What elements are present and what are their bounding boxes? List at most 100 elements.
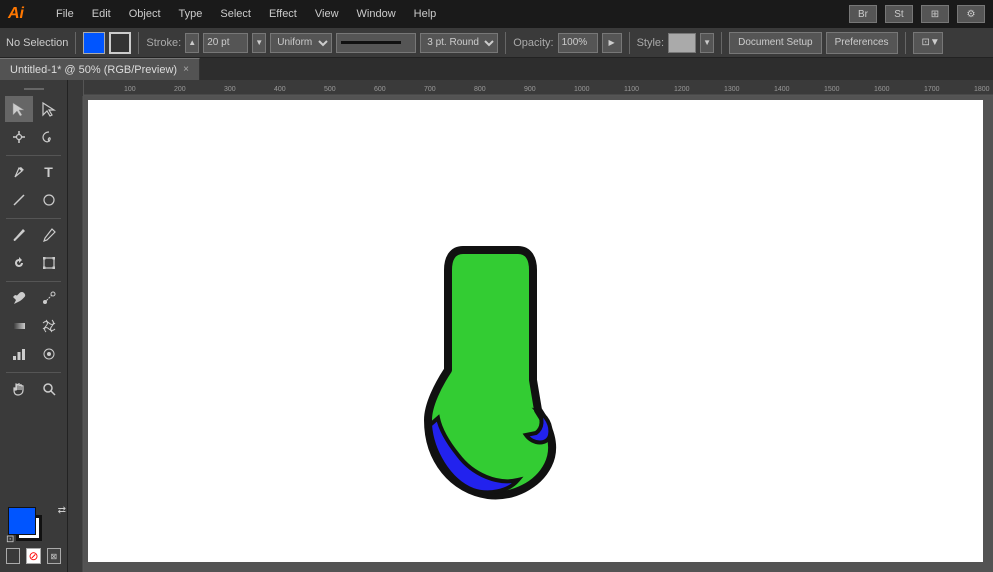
svg-text:300: 300: [224, 86, 236, 93]
color-area: ⇄ ⊡ ⊘ ⊠: [2, 501, 65, 568]
style-dropdown-btn[interactable]: ▼: [700, 33, 714, 53]
stroke-down-btn[interactable]: ▼: [252, 33, 266, 53]
divider-1: [75, 32, 76, 54]
ellipse-tool-btn[interactable]: [35, 187, 63, 213]
divider-2: [138, 32, 139, 54]
menu-window[interactable]: Window: [349, 6, 404, 22]
color-icon[interactable]: [6, 548, 20, 564]
no-selection-text: No Selection: [6, 37, 68, 49]
tools-sep-1: [6, 155, 61, 156]
stroke-up-btn[interactable]: ▲: [185, 33, 199, 53]
menu-view[interactable]: View: [307, 6, 347, 22]
tool-row-4: [2, 187, 65, 213]
stroke-preview[interactable]: [336, 33, 416, 53]
magic-wand-tool-btn[interactable]: [5, 124, 33, 150]
document-setup-button[interactable]: Document Setup: [729, 32, 822, 54]
tools-sep-4: [6, 372, 61, 373]
mesh-tool-btn[interactable]: [35, 313, 63, 339]
vertical-ruler: [68, 80, 84, 572]
tab-title: Untitled-1* @ 50% (RGB/Preview): [10, 64, 177, 76]
menu-object[interactable]: Object: [121, 6, 169, 22]
selection-label: No Selection: [6, 37, 68, 49]
tool-row-2: [2, 124, 65, 150]
lasso-tool-btn[interactable]: [35, 124, 63, 150]
svg-text:400: 400: [274, 86, 286, 93]
settings-icon[interactable]: ⚙: [957, 5, 985, 23]
svg-text:600: 600: [374, 86, 386, 93]
stroke-label: Stroke:: [146, 37, 181, 49]
gradient-tool-btn[interactable]: [5, 313, 33, 339]
main-area: T: [0, 80, 993, 572]
menu-file[interactable]: File: [48, 6, 82, 22]
title-bar: Ai File Edit Object Type Select Effect V…: [0, 0, 993, 28]
stroke-line: [341, 41, 401, 44]
svg-text:1800: 1800: [974, 86, 990, 93]
horizontal-ruler: 100 200 300 400 500 600 700 800 900 1000…: [68, 80, 993, 96]
opacity-expand-btn[interactable]: ▶: [602, 33, 622, 53]
none-icon[interactable]: ⊘: [26, 548, 40, 564]
tools-sep-3: [6, 281, 61, 282]
divider-4: [629, 32, 630, 54]
tool-row-1: [2, 96, 65, 122]
style-swatch[interactable]: [668, 33, 696, 53]
sock-illustration: [418, 240, 578, 513]
svg-text:1000: 1000: [574, 86, 590, 93]
direct-selection-tool-btn[interactable]: [35, 96, 63, 122]
app-logo: Ai: [8, 5, 40, 23]
arrange-btn[interactable]: ⊡▼: [913, 32, 943, 54]
line-tool-btn[interactable]: [5, 187, 33, 213]
toolbar: No Selection Stroke: ▲ ▼ Uniform 3 pt. R…: [0, 28, 993, 58]
swap-colors-icon[interactable]: ⇄: [58, 505, 66, 516]
svg-text:200: 200: [174, 86, 186, 93]
document-canvas[interactable]: [88, 100, 983, 562]
menu-type[interactable]: Type: [171, 6, 211, 22]
paintbrush-tool-btn[interactable]: [5, 222, 33, 248]
transform-tool-btn[interactable]: [35, 250, 63, 276]
tab-bar: Untitled-1* @ 50% (RGB/Preview) ×: [0, 58, 993, 80]
style-label: Style:: [637, 37, 665, 49]
opacity-input[interactable]: [558, 33, 598, 53]
fill-indicator[interactable]: [8, 507, 36, 535]
canvas-area: 100 200 300 400 500 600 700 800 900 1000…: [68, 80, 993, 572]
menu-select[interactable]: Select: [212, 6, 259, 22]
svg-text:1500: 1500: [824, 86, 840, 93]
preferences-button[interactable]: Preferences: [826, 32, 898, 54]
selection-tool-btn[interactable]: [5, 96, 33, 122]
stroke-color-box[interactable]: [109, 32, 131, 54]
fill-color-box[interactable]: [83, 32, 105, 54]
tool-row-9: [2, 341, 65, 367]
bridge-icon[interactable]: Br: [849, 5, 877, 23]
menu-bar: File Edit Object Type Select Effect View…: [48, 6, 841, 22]
mesh-icon[interactable]: ⊠: [47, 548, 61, 564]
title-bar-icons: Br St ⊞ ⚙: [849, 5, 985, 23]
hand-tool-btn[interactable]: [5, 376, 33, 402]
menu-edit[interactable]: Edit: [84, 6, 119, 22]
grid-icon[interactable]: ⊞: [921, 5, 949, 23]
tool-row-10: [2, 376, 65, 402]
pen-tool-btn[interactable]: [5, 159, 33, 185]
stroke-width-input[interactable]: [203, 33, 248, 53]
opacity-label: Opacity:: [513, 37, 553, 49]
menu-help[interactable]: Help: [406, 6, 445, 22]
cap-style-select[interactable]: 3 pt. Round: [420, 33, 498, 53]
pencil-tool-btn[interactable]: [35, 222, 63, 248]
divider-6: [905, 32, 906, 54]
stock-icon[interactable]: St: [885, 5, 913, 23]
symbol-tool-btn[interactable]: [35, 341, 63, 367]
stroke-profile-select[interactable]: Uniform: [270, 33, 332, 53]
default-colors-icon[interactable]: ⊡: [6, 534, 14, 545]
svg-text:1600: 1600: [874, 86, 890, 93]
menu-effect[interactable]: Effect: [261, 6, 305, 22]
svg-text:1700: 1700: [924, 86, 940, 93]
tool-row-6: [2, 250, 65, 276]
type-tool-btn[interactable]: T: [35, 159, 63, 185]
eyedropper-tool-btn[interactable]: [5, 285, 33, 311]
chart-tool-btn[interactable]: [5, 341, 33, 367]
sock-svg: [418, 240, 578, 510]
zoom-tool-btn[interactable]: [35, 376, 63, 402]
tab-close-btn[interactable]: ×: [183, 64, 189, 75]
blend-tool-btn[interactable]: [35, 285, 63, 311]
tool-row-5: [2, 222, 65, 248]
rotate-tool-btn[interactable]: [5, 250, 33, 276]
document-tab[interactable]: Untitled-1* @ 50% (RGB/Preview) ×: [0, 58, 200, 80]
